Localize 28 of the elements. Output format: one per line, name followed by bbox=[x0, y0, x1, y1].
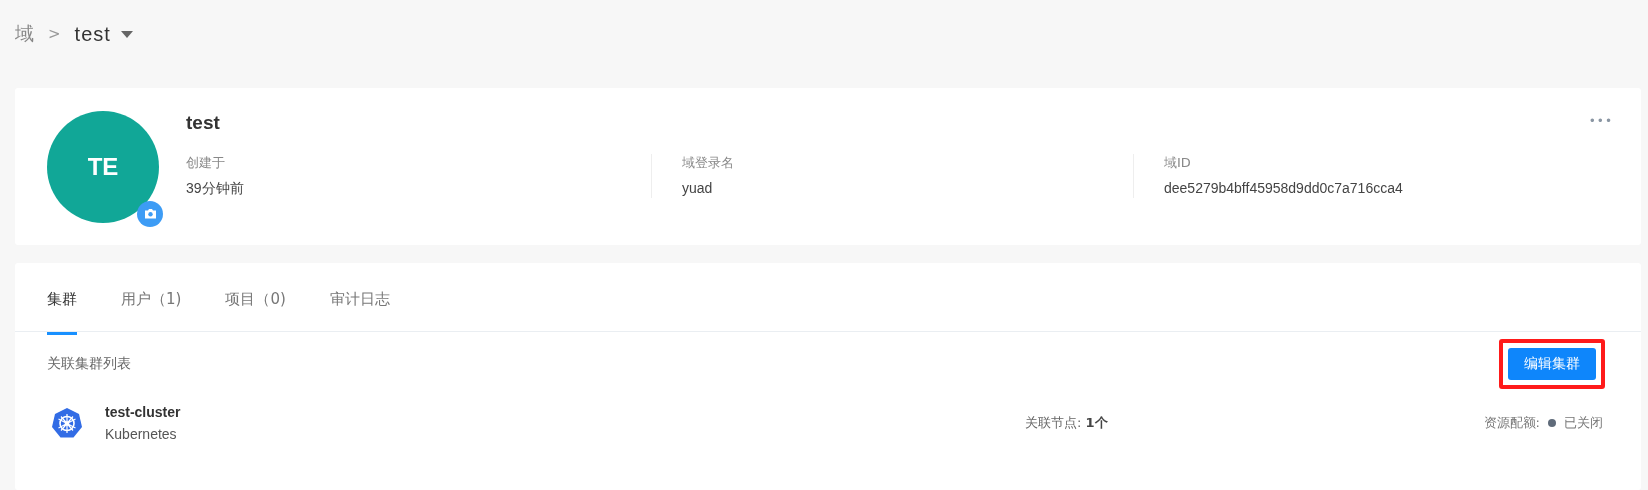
tab[interactable]: 用户（1) bbox=[121, 263, 182, 335]
status-dot bbox=[1548, 419, 1556, 427]
tab[interactable]: 项目（0) bbox=[225, 263, 286, 335]
cluster-type: Kubernetes bbox=[105, 426, 178, 442]
field-value: 39分钟前 bbox=[186, 180, 245, 198]
field-label: 域登录名 bbox=[682, 154, 735, 172]
helm-wheel-icon bbox=[51, 407, 83, 439]
more-button[interactable]: ••• bbox=[1588, 114, 1613, 128]
breadcrumb-separator: > bbox=[48, 25, 61, 43]
avatar: TE bbox=[47, 110, 159, 223]
tab[interactable]: 审计日志 bbox=[329, 263, 390, 335]
cluster-name[interactable]: test-cluster bbox=[105, 404, 1025, 420]
field-value: yuad bbox=[682, 180, 714, 196]
linked-nodes-text: 关联节点: 1个 bbox=[1025, 414, 1109, 432]
list-title: 关联集群列表 bbox=[47, 355, 131, 373]
edit-cluster-button[interactable]: 编辑集群 bbox=[1508, 348, 1596, 380]
tab[interactable]: 集群 bbox=[47, 263, 77, 335]
camera-icon bbox=[143, 208, 157, 219]
camera-button[interactable] bbox=[137, 200, 163, 227]
field-label: 创建于 bbox=[186, 154, 226, 172]
field-value: dee5279b4bff45958d9dd0c7a716cca4 bbox=[1164, 180, 1404, 196]
domain-dropdown[interactable]: test bbox=[74, 22, 133, 46]
breadcrumb-root[interactable]: 域 bbox=[15, 21, 34, 47]
caret-icon bbox=[120, 30, 133, 38]
domain-name: test bbox=[186, 112, 220, 134]
quota-label: 资源配额: bbox=[1483, 414, 1540, 432]
field-label: 域ID bbox=[1164, 154, 1192, 172]
quota-status: 已关闭 bbox=[1564, 414, 1603, 432]
